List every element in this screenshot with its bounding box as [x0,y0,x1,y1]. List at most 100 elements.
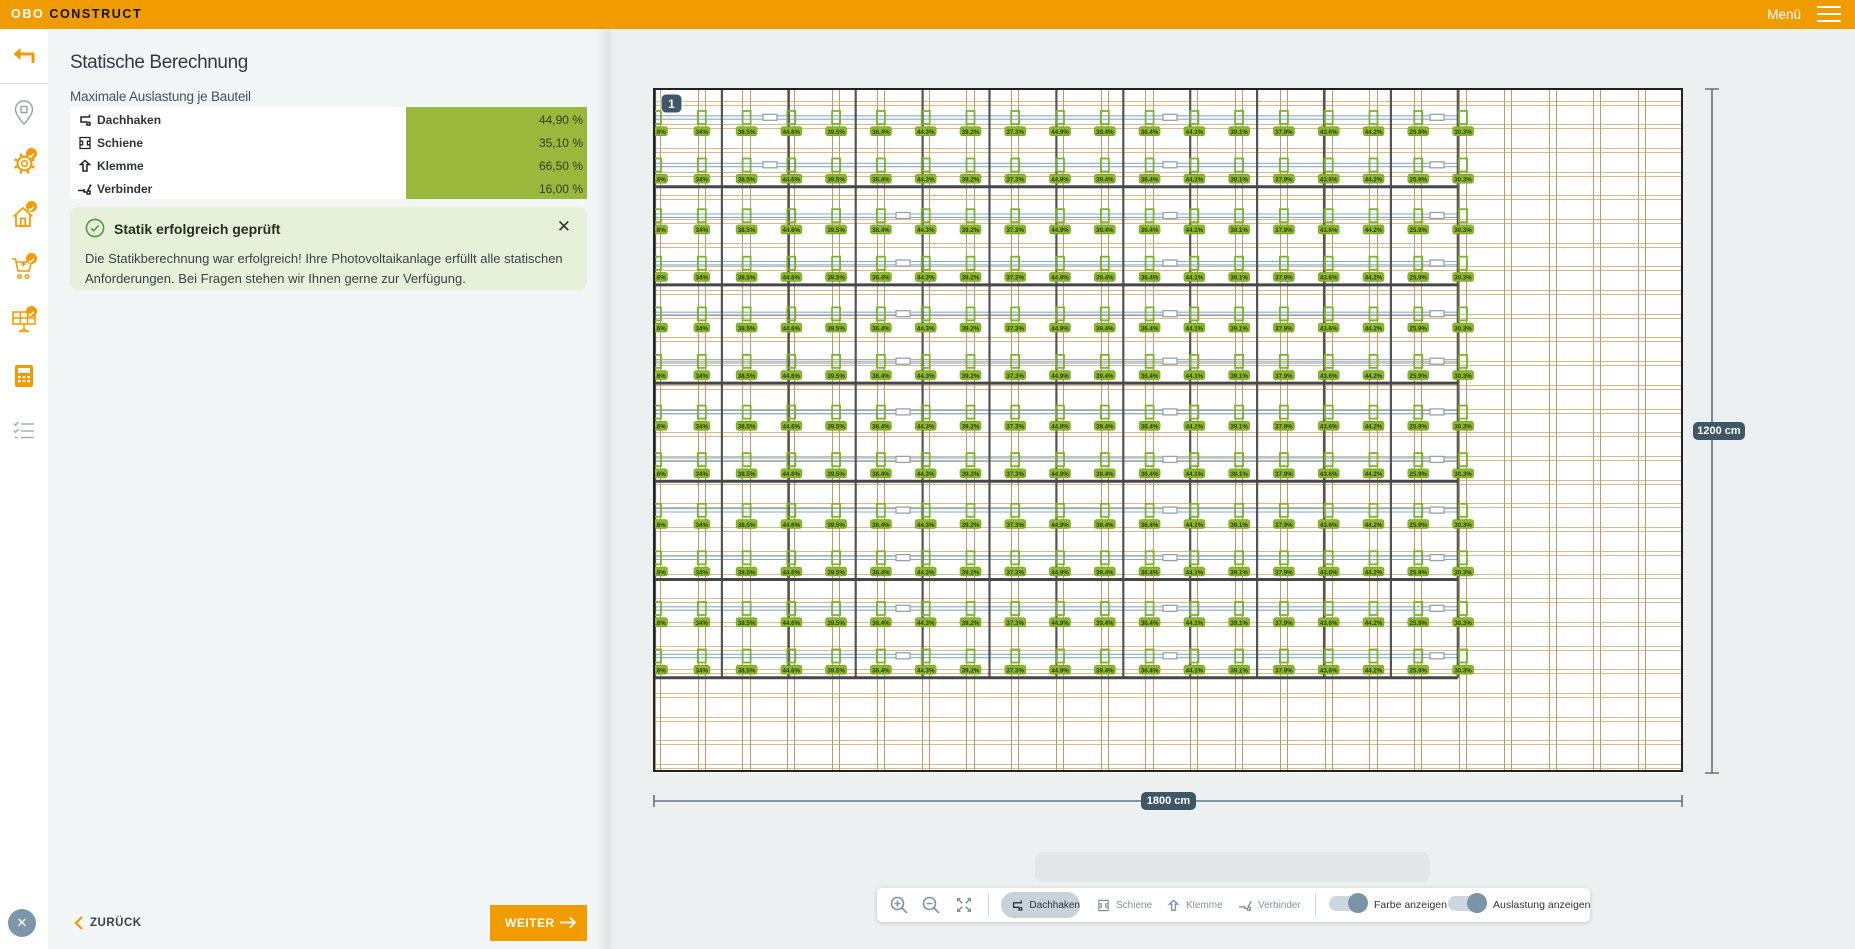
svg-text:44.2%: 44.2% [1365,471,1383,478]
svg-text:38.5%: 38.5% [738,275,756,282]
svg-text:37.3%: 37.3% [1006,620,1024,627]
svg-text:30.3%: 30.3% [1454,129,1472,136]
svg-text:39.2%: 39.2% [962,227,980,234]
svg-text:39.5%: 39.5% [827,569,845,576]
svg-text:38.5%: 38.5% [738,325,756,332]
svg-text:39.5%: 39.5% [827,373,845,380]
svg-text:39.2%: 39.2% [962,177,980,184]
svg-text:38.5%: 38.5% [738,129,756,136]
svg-text:36.4%: 36.4% [1141,424,1159,431]
svg-text:39.4%: 39.4% [1096,325,1114,332]
svg-text:43.6%: 43.6% [1320,620,1338,627]
svg-text:25.9%: 25.9% [1410,471,1428,478]
svg-text:44.2%: 44.2% [1365,522,1383,529]
svg-text:39.2%: 39.2% [962,129,980,136]
svg-text:34%: 34% [696,373,709,380]
svg-text:44.3%: 44.3% [917,471,935,478]
svg-text:38.5%: 38.5% [738,522,756,529]
svg-text:44.6%: 44.6% [783,471,801,478]
svg-text:37.3%: 37.3% [1006,325,1024,332]
svg-text:44.6%: 44.6% [783,177,801,184]
svg-text:44.1%: 44.1% [1186,129,1204,136]
svg-text:44.1%: 44.1% [1186,373,1204,380]
svg-text:36.4%: 36.4% [872,373,890,380]
svg-text:36.4%: 36.4% [1141,668,1159,675]
svg-text:38.5%: 38.5% [738,227,756,234]
svg-text:44.1%: 44.1% [1186,227,1204,234]
svg-text:25.9%: 25.9% [1410,668,1428,675]
svg-text:39.2%: 39.2% [962,569,980,576]
svg-text:38.5%: 38.5% [738,177,756,184]
svg-text:25.9%: 25.9% [1410,177,1428,184]
svg-text:37.3%: 37.3% [1006,275,1024,282]
svg-text:38.5%: 38.5% [738,471,756,478]
svg-text:30.3%: 30.3% [1454,522,1472,529]
svg-text:34%: 34% [696,569,709,576]
svg-text:38.5%: 38.5% [738,620,756,627]
svg-text:44.9%: 44.9% [1051,325,1069,332]
svg-text:39.1%: 39.1% [1230,522,1248,529]
svg-text:39.1%: 39.1% [1230,275,1248,282]
svg-text:37.9%: 37.9% [1275,325,1293,332]
svg-text:43.6%: 43.6% [1320,373,1338,380]
svg-text:39.4%: 39.4% [1096,668,1114,675]
svg-text:25.9%: 25.9% [1410,227,1428,234]
svg-text:37.3%: 37.3% [1006,668,1024,675]
svg-text:44.2%: 44.2% [1365,129,1383,136]
svg-text:39.1%: 39.1% [1230,620,1248,627]
svg-text:39.2%: 39.2% [962,424,980,431]
svg-text:36.4%: 36.4% [1141,227,1159,234]
svg-text:39.1%: 39.1% [1230,668,1248,675]
svg-text:37.9%: 37.9% [1275,177,1293,184]
svg-text:30.3%: 30.3% [1454,177,1472,184]
svg-text:44.3%: 44.3% [917,569,935,576]
svg-text:36.4%: 36.4% [1141,373,1159,380]
svg-text:39.1%: 39.1% [1230,373,1248,380]
svg-text:39.2%: 39.2% [962,373,980,380]
svg-text:30.3%: 30.3% [1454,471,1472,478]
svg-text:39.1%: 39.1% [1230,177,1248,184]
svg-text:36.4%: 36.4% [872,424,890,431]
svg-text:36.4%: 36.4% [1141,569,1159,576]
svg-text:37.9%: 37.9% [1275,471,1293,478]
svg-text:44.3%: 44.3% [917,177,935,184]
svg-text:37.3%: 37.3% [1006,373,1024,380]
svg-text:30.3%: 30.3% [1454,325,1472,332]
svg-text:39.5%: 39.5% [827,129,845,136]
svg-text:43.6%: 43.6% [1320,227,1338,234]
svg-text:39.4%: 39.4% [1096,424,1114,431]
svg-text:44.3%: 44.3% [917,373,935,380]
svg-text:44.1%: 44.1% [1186,275,1204,282]
svg-text:38.5%: 38.5% [738,569,756,576]
svg-text:37.9%: 37.9% [1275,569,1293,576]
svg-text:36.4%: 36.4% [1141,325,1159,332]
svg-text:37.3%: 37.3% [1006,522,1024,529]
svg-text:43.6%: 43.6% [1320,471,1338,478]
svg-text:30.3%: 30.3% [1454,227,1472,234]
svg-text:38.5%: 38.5% [738,668,756,675]
svg-text:44.9%: 44.9% [1051,177,1069,184]
svg-text:44.2%: 44.2% [1365,373,1383,380]
svg-text:43.6%: 43.6% [1320,668,1338,675]
svg-text:39.5%: 39.5% [827,177,845,184]
svg-text:44.3%: 44.3% [917,325,935,332]
svg-text:44.3%: 44.3% [917,424,935,431]
svg-text:39.4%: 39.4% [1096,177,1114,184]
svg-text:30.3%: 30.3% [1454,373,1472,380]
svg-text:25.9%: 25.9% [1410,129,1428,136]
svg-text:44.2%: 44.2% [1365,620,1383,627]
svg-text:44.2%: 44.2% [1365,569,1383,576]
svg-text:43.6%: 43.6% [1320,522,1338,529]
svg-text:44.1%: 44.1% [1186,522,1204,529]
svg-text:44.2%: 44.2% [1365,275,1383,282]
svg-text:34%: 34% [696,177,709,184]
svg-text:39.2%: 39.2% [962,668,980,675]
svg-text:36.4%: 36.4% [872,129,890,136]
svg-text:44.9%: 44.9% [1051,522,1069,529]
svg-text:37.9%: 37.9% [1275,620,1293,627]
svg-text:44.3%: 44.3% [917,227,935,234]
svg-text:39.2%: 39.2% [962,522,980,529]
svg-text:39.4%: 39.4% [1096,373,1114,380]
svg-text:37.3%: 37.3% [1006,569,1024,576]
svg-text:44.1%: 44.1% [1186,668,1204,675]
